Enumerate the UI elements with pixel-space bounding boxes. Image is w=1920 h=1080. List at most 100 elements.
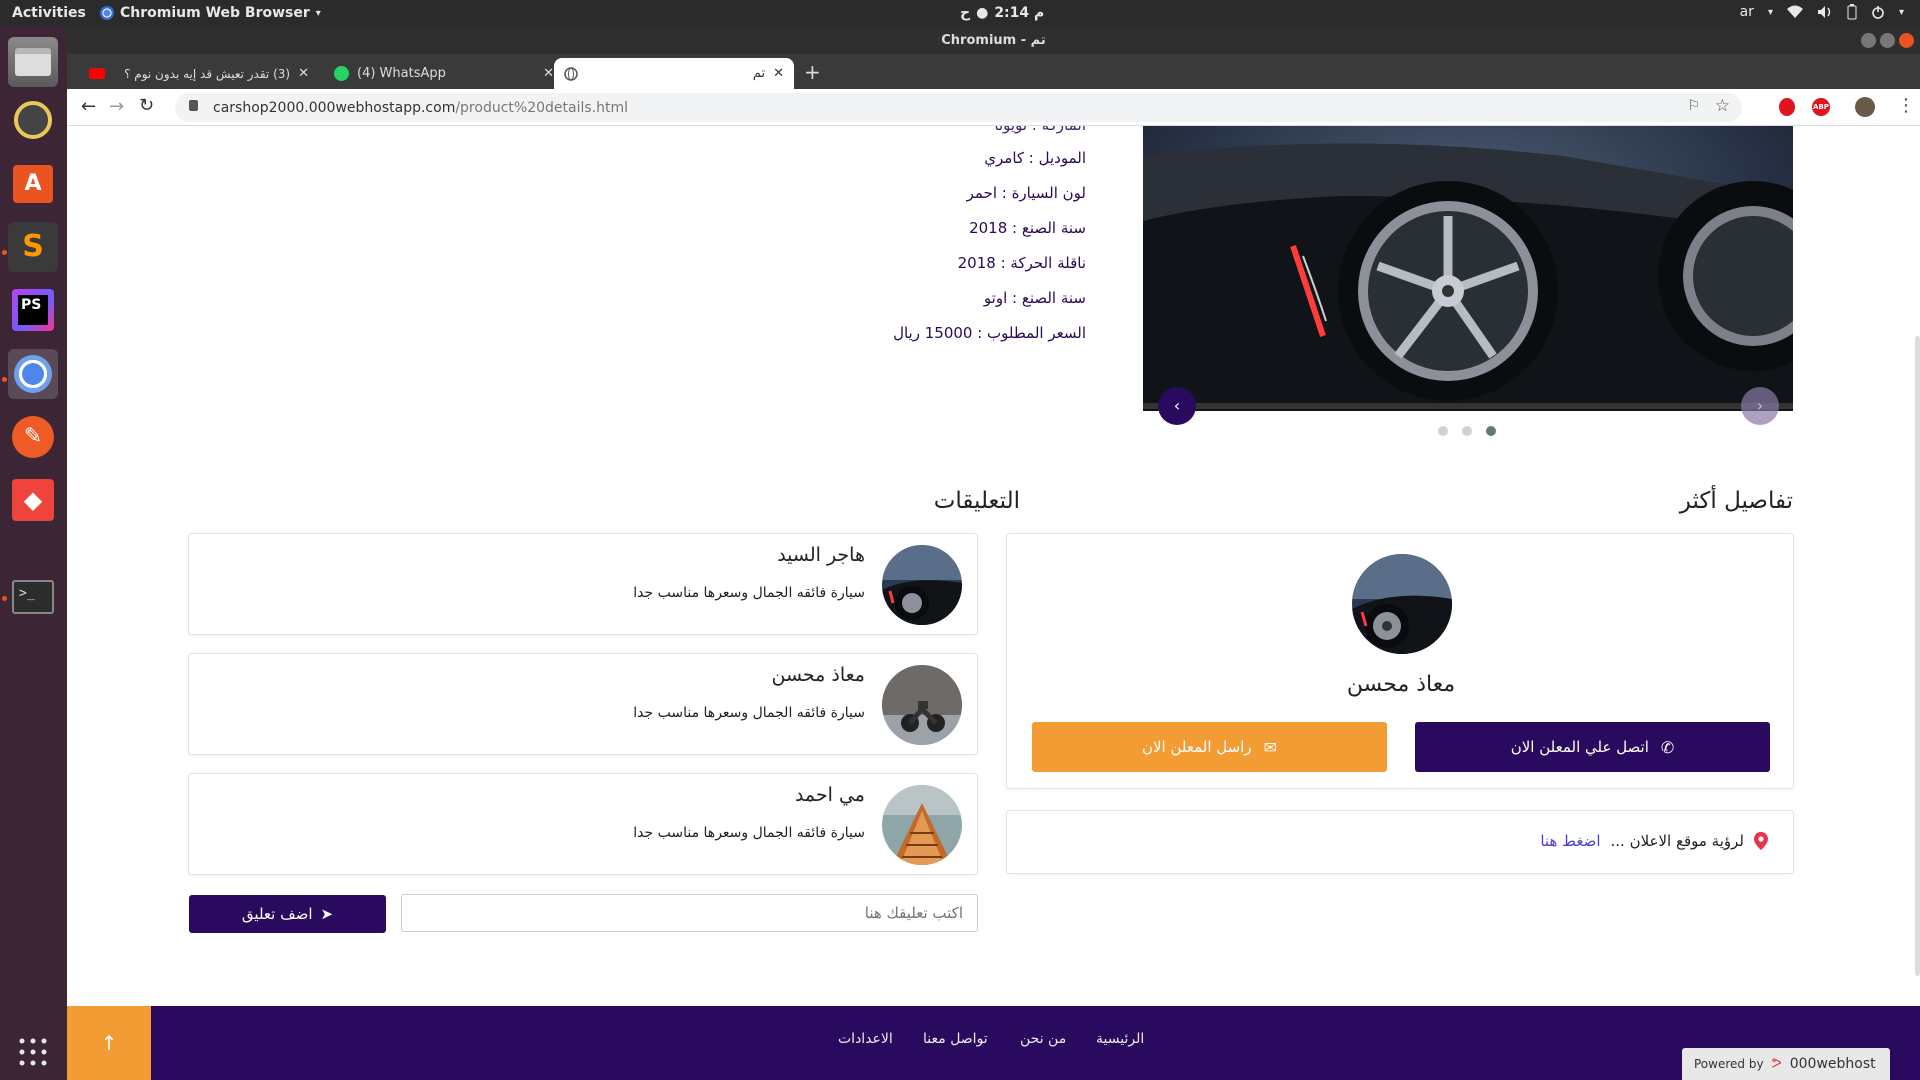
minimize-icon[interactable] xyxy=(1861,33,1876,48)
slider-dot[interactable] xyxy=(1462,426,1472,436)
tab-whatsapp[interactable]: (4) WhatsApp ✕ xyxy=(324,58,564,89)
car-image-slider[interactable] xyxy=(1143,126,1793,411)
slider-prev-button[interactable]: ‹ xyxy=(1158,387,1196,425)
chromium-dock-icon[interactable] xyxy=(8,349,58,399)
youtube-icon xyxy=(89,68,105,79)
comment-card: معاذ محسن سيارة فائقه الجمال وسعرها مناس… xyxy=(188,653,978,755)
slider-next-button[interactable]: › xyxy=(1741,387,1779,425)
clock-time: 2:14 م xyxy=(994,5,1045,21)
translate-icon[interactable]: ⚐ xyxy=(1687,98,1700,114)
adblock-icon[interactable]: ABP xyxy=(1812,98,1830,116)
new-tab-button[interactable]: + xyxy=(804,60,821,84)
comment-author: معاذ محسن xyxy=(771,664,866,686)
window-title-bar: Chromium - تم xyxy=(67,27,1920,54)
comment-author: هاجر السيد xyxy=(777,544,865,566)
clock-prefix: ح xyxy=(960,5,971,21)
tab-youtube[interactable]: (3) تقدر تعيش قد إيه بدون نوم ؟ ✕ xyxy=(79,58,319,89)
software-center-icon[interactable]: A xyxy=(8,159,58,209)
tab-strip: (3) تقدر تعيش قد إيه بدون نوم ؟ ✕ (4) Wh… xyxy=(67,54,1920,89)
chevron-down-icon: ▾ xyxy=(1767,6,1773,18)
footer-link-contact[interactable]: تواصل معنا xyxy=(923,1031,988,1047)
tab-label: تم xyxy=(752,66,766,81)
spec-year: سنة الصنع : 2018 xyxy=(969,219,1086,237)
message-label: راسل المعلن الان xyxy=(1141,738,1252,756)
profile-avatar[interactable] xyxy=(1855,97,1875,117)
call-label: اتصل علي المعلن الان xyxy=(1510,738,1649,756)
volume-icon xyxy=(1817,6,1831,18)
phpstorm-icon[interactable]: PS xyxy=(8,285,58,335)
menu-kebab-icon[interactable]: ⋮ xyxy=(1897,95,1915,116)
scroll-to-top-button[interactable]: ↑ xyxy=(67,1006,151,1080)
clock[interactable]: ح ● 2:14 م xyxy=(960,5,1044,21)
chevron-down-icon: ▾ xyxy=(315,7,321,19)
forward-icon[interactable]: → xyxy=(109,96,124,117)
tab-close-icon[interactable]: ✕ xyxy=(773,66,784,81)
call-seller-button[interactable]: ✆ اتصل علي المعلن الان xyxy=(1415,722,1770,772)
slider-dot[interactable] xyxy=(1438,426,1448,436)
site-footer: ↑ الرئيسية من نحن تواصل معنا الاعدادات P… xyxy=(67,1006,1920,1080)
paper-plane-icon: ➤ xyxy=(320,905,334,923)
footer-link-about[interactable]: من نحن xyxy=(1020,1031,1066,1047)
add-comment-button[interactable]: ➤ اضف تعليق xyxy=(189,895,386,933)
maximize-icon[interactable] xyxy=(1880,33,1895,48)
location-text: لرؤية موقع الاعلان ... xyxy=(1610,832,1745,850)
system-tray[interactable]: ar ▾ ▾ xyxy=(1740,4,1904,20)
app-menu[interactable]: Chromium Web Browser ▾ xyxy=(100,5,321,21)
comment-text: سيارة فائقه الجمال وسعرها مناسب جدا xyxy=(633,825,865,841)
comment-text: سيارة فائقه الجمال وسعرها مناسب جدا xyxy=(633,585,865,601)
files-icon[interactable] xyxy=(8,37,58,87)
url-path: /product%20details.html xyxy=(455,99,628,116)
bookmark-star-icon[interactable]: ☆ xyxy=(1715,96,1730,116)
back-icon[interactable]: ← xyxy=(81,96,96,117)
comment-avatar xyxy=(882,785,962,865)
language-indicator[interactable]: ar xyxy=(1740,4,1754,20)
comment-avatar xyxy=(882,545,962,625)
window-title: Chromium - تم xyxy=(941,33,1046,48)
activities-button[interactable]: Activities xyxy=(12,5,86,21)
slider-dot-active[interactable] xyxy=(1486,426,1496,436)
footer-link-home[interactable]: الرئيسية xyxy=(1096,1031,1144,1047)
dock: A S PS ✎ ◆ >_ xyxy=(0,27,67,1080)
rhythmbox-icon[interactable] xyxy=(8,95,58,145)
location-card: لرؤية موقع الاعلان ... اضغط هنا xyxy=(1006,810,1794,874)
footer-link-settings[interactable]: الاعدادات xyxy=(838,1031,893,1047)
powered-by-badge[interactable]: Powered by ᕗ 000webhost xyxy=(1682,1048,1890,1080)
page-scrollbar[interactable] xyxy=(1915,336,1920,976)
spec-year-2: سنة الصنع : اوتو xyxy=(983,289,1086,307)
clock-dot-icon: ● xyxy=(976,5,989,21)
close-icon[interactable] xyxy=(1899,33,1914,48)
map-pin-icon xyxy=(1754,832,1768,850)
tab-label: (4) WhatsApp xyxy=(357,66,446,81)
arrow-up-icon: ↑ xyxy=(100,1031,118,1055)
terminal-icon[interactable]: >_ xyxy=(8,572,58,622)
tab-close-icon[interactable]: ✕ xyxy=(298,66,309,81)
phone-icon: ✆ xyxy=(1660,737,1675,757)
wifi-icon xyxy=(1786,5,1803,18)
show-apps-icon[interactable] xyxy=(8,1027,58,1077)
address-bar[interactable]: carshop2000.000webhostapp.com/product%20… xyxy=(175,93,1742,122)
details-heading: تفاصيل أكثر xyxy=(1679,488,1793,514)
comment-text: سيارة فائقه الجمال وسعرها مناسب جدا xyxy=(633,705,865,721)
comment-card: هاجر السيد سيارة فائقه الجمال وسعرها منا… xyxy=(188,533,978,635)
spec-model: الموديل : كامري xyxy=(984,149,1086,167)
sublime-text-icon[interactable]: S xyxy=(8,222,58,272)
tab-label: (3) تقدر تعيش قد إيه بدون نوم ؟ xyxy=(124,66,291,81)
add-comment-label: اضف تعليق xyxy=(241,905,313,923)
comment-input[interactable] xyxy=(401,894,978,932)
whatsapp-icon xyxy=(334,66,349,81)
message-seller-button[interactable]: ✉ راسل المعلن الان xyxy=(1032,722,1387,772)
comments-heading: التعليقات xyxy=(933,488,1020,514)
spec-cutoff: الماركة : تويوتا xyxy=(994,126,1086,134)
location-link[interactable]: اضغط هنا xyxy=(1540,832,1600,850)
comment-avatar xyxy=(882,665,962,745)
anydesk-icon[interactable]: ◆ xyxy=(8,475,58,525)
opera-vpn-icon[interactable] xyxy=(1779,98,1795,116)
toolbar: ← → ↻ carshop2000.000webhostapp.com/prod… xyxy=(67,89,1920,126)
car-photo xyxy=(1143,126,1793,411)
postman-icon[interactable]: ✎ xyxy=(8,412,58,462)
reload-icon[interactable]: ↻ xyxy=(139,95,154,116)
seller-name: معاذ محسن xyxy=(1346,672,1456,697)
tab-close-icon[interactable]: ✕ xyxy=(543,66,554,81)
tab-active[interactable]: تم ✕ xyxy=(554,58,794,89)
url-host: carshop2000.000webhostapp.com xyxy=(213,99,456,116)
